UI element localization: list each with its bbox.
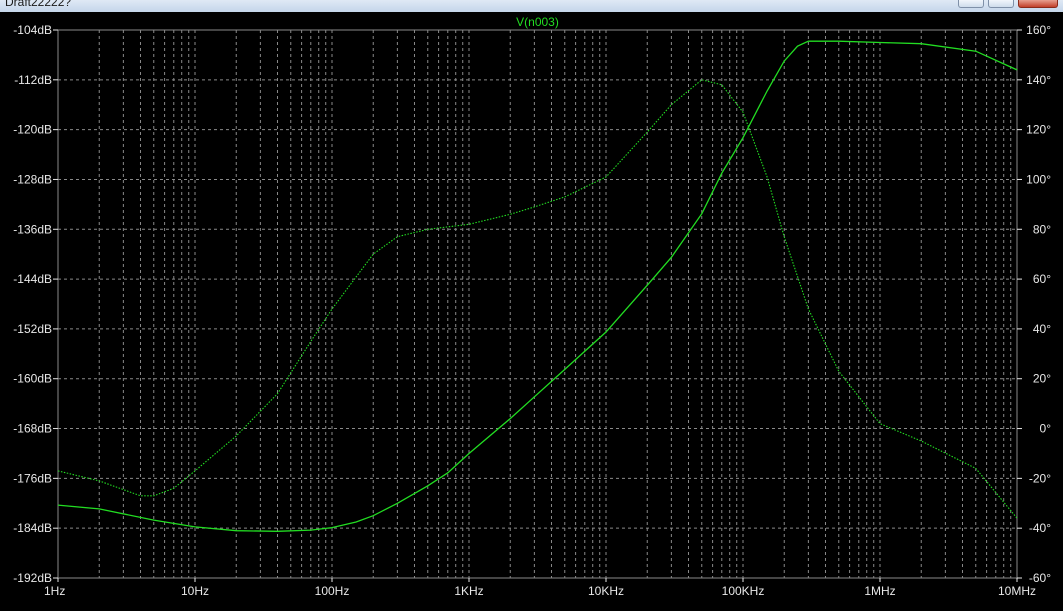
y-left-tick-label: -144dB: [13, 272, 52, 286]
x-tick-label: 10MHz: [998, 584, 1036, 598]
y-left-tick-label: -112dB: [14, 73, 52, 87]
y-right-tick-label: 60°: [1033, 272, 1051, 286]
chart-title: V(n003): [516, 15, 559, 29]
y-right-tick-label: 40°: [1033, 322, 1051, 336]
y-right-tick-label: 100°: [1026, 172, 1051, 186]
y-left-tick-label: -152dB: [13, 322, 52, 336]
close-button[interactable]: close-icon: [1018, 0, 1058, 8]
window-titlebar[interactable]: Draft22222? minimize-icon maximize-icon …: [0, 0, 1063, 12]
y-left-tick-label: -128dB: [13, 172, 52, 186]
minimize-button[interactable]: minimize-icon: [958, 0, 984, 8]
x-tick-label: 1Hz: [44, 584, 65, 598]
y-left-tick-label: -168dB: [13, 422, 52, 436]
x-tick-label: 100KHz: [722, 584, 765, 598]
y-left-tick-label: -184dB: [13, 521, 52, 535]
y-left-tick-label: -192dB: [13, 571, 52, 585]
x-tick-label: 100Hz: [315, 584, 350, 598]
trace-layer: [57, 40, 1018, 532]
y-left-tick-label: -104dB: [13, 23, 52, 37]
y-left-tick-label: -176dB: [13, 471, 52, 485]
window-title: Draft22222?: [5, 0, 72, 9]
y-left-tick-label: -136dB: [13, 222, 52, 236]
plot-area[interactable]: -104dB -112dB -120dB -128dB -136dB -144dB -152…: [0, 12, 1063, 611]
phase-trace: [57, 79, 1018, 519]
y-left-tick-label: -120dB: [13, 123, 52, 137]
y-right-tick-label: -60°: [1029, 571, 1051, 585]
y-right-tick-label: 20°: [1033, 372, 1051, 386]
maximize-button[interactable]: maximize-icon: [988, 0, 1014, 8]
x-tick-label: 1MHz: [864, 584, 895, 598]
x-tick-label: 1KHz: [454, 584, 483, 598]
y-right-tick-label: 80°: [1033, 222, 1051, 236]
y-right-tick-label: 0°: [1040, 422, 1052, 436]
y-right-tick-label: -20°: [1029, 471, 1051, 485]
y-right-tick-label: -40°: [1029, 521, 1051, 535]
x-tick-label: 10KHz: [588, 584, 624, 598]
magnitude-trace: [57, 40, 1018, 532]
y-left-tick-label: -160dB: [13, 372, 52, 386]
plot-frame: [57, 29, 1018, 579]
x-tick-label: 10Hz: [181, 584, 209, 598]
grid-layer: [53, 29, 1022, 582]
bode-plot[interactable]: -104dB -112dB -120dB -128dB -136dB -144dB -152…: [0, 12, 1063, 611]
y-right-tick-label: 140°: [1026, 73, 1051, 87]
y-right-tick-label: 160°: [1026, 23, 1051, 37]
label-layer: -104dB -112dB -120dB -128dB -136dB -144dB -152…: [13, 15, 1051, 598]
y-right-tick-label: 120°: [1026, 123, 1051, 137]
